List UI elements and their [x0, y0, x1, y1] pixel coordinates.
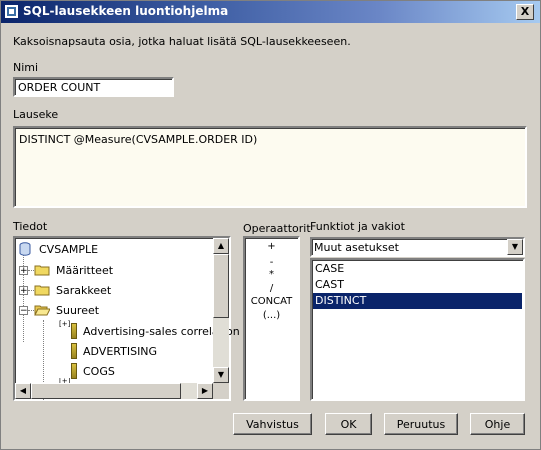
- operator-plus[interactable]: +: [245, 241, 298, 252]
- tree-item-label: Suureet: [56, 303, 100, 317]
- name-field-value: ORDER COUNT: [18, 81, 101, 94]
- scroll-down-arrow-icon[interactable]: ▼: [213, 367, 229, 383]
- operators-label: Operaattorit: [243, 222, 311, 235]
- tree-item-label: COGS: [83, 364, 115, 378]
- dropdown-arrow-icon[interactable]: ▼: [507, 239, 523, 255]
- instruction-text: Kaksoisnapsauta osia, jotka haluat lisät…: [13, 35, 351, 48]
- expression-label: Lauseke: [13, 108, 59, 121]
- ok-button[interactable]: OK: [325, 413, 372, 435]
- function-item[interactable]: CAST: [313, 277, 522, 293]
- scroll-left-arrow-icon[interactable]: ◀: [15, 383, 31, 399]
- scroll-up-arrow-icon[interactable]: ▲: [213, 238, 229, 254]
- tree-item-measures[interactable]: − Suureet: [19, 301, 99, 319]
- tree-root[interactable]: CVSAMPLE: [19, 240, 98, 258]
- title-bar: SQL-lausekkeen luontiohjelma X: [1, 1, 540, 23]
- open-folder-icon: [34, 305, 50, 316]
- tree-item-label: Määritteet: [56, 263, 114, 277]
- cancel-button[interactable]: Peruutus: [384, 413, 458, 435]
- operator-parentheses[interactable]: (...): [245, 310, 298, 321]
- vertical-scrollbar[interactable]: ▲ ▼: [213, 238, 229, 383]
- tree-connector: [28, 289, 34, 291]
- scroll-corner: [213, 383, 229, 399]
- measure-expander[interactable]: [+]: [59, 320, 70, 328]
- expand-icon[interactable]: +: [19, 265, 28, 275]
- tree-item-measure[interactable]: COGS: [71, 362, 115, 380]
- data-label: Tiedot: [13, 220, 48, 233]
- window-title: SQL-lausekkeen luontiohjelma: [23, 4, 229, 18]
- folder-icon: [34, 265, 50, 276]
- validate-button[interactable]: Vahvistus: [233, 413, 312, 435]
- functions-category-value: Muut asetukset: [314, 241, 399, 254]
- horizontal-scrollbar[interactable]: ◀ ▶: [15, 383, 213, 399]
- measure-icon: [71, 323, 77, 339]
- tree-item-label: ADVERTISING: [83, 344, 158, 358]
- tree-item-measure[interactable]: ADVERTISING: [71, 342, 157, 360]
- close-button[interactable]: X: [516, 4, 534, 20]
- measure-icon: [71, 363, 77, 379]
- sql-expression-builder-dialog: SQL-lausekkeen luontiohjelma X Kaksoisna…: [0, 0, 541, 450]
- scroll-right-arrow-icon[interactable]: ▶: [197, 383, 213, 399]
- functions-list[interactable]: CASE CAST DISTINCT: [310, 258, 525, 401]
- tree-connector: [28, 309, 34, 311]
- scroll-thumb[interactable]: [213, 254, 229, 318]
- name-field[interactable]: ORDER COUNT: [13, 77, 174, 97]
- expression-value: DISTINCT @Measure(CVSAMPLE.ORDER ID): [19, 133, 258, 146]
- tree-item-label: Sarakkeet: [56, 283, 112, 297]
- tree-root-label: CVSAMPLE: [39, 242, 99, 256]
- operator-divide[interactable]: /: [245, 283, 298, 294]
- tree-item-columns[interactable]: + Sarakkeet: [19, 281, 111, 299]
- operator-minus[interactable]: -: [245, 257, 298, 268]
- database-icon: [19, 242, 31, 256]
- operators-list[interactable]: + - * / CONCAT (...): [243, 236, 300, 401]
- tree-item-attributes[interactable]: + Määritteet: [19, 261, 113, 279]
- collapse-icon[interactable]: −: [19, 305, 28, 315]
- app-icon: [5, 5, 18, 18]
- functions-category-select[interactable]: Muut asetukset ▼: [310, 237, 525, 257]
- help-button[interactable]: Ohje: [470, 413, 525, 435]
- function-item-selected[interactable]: DISTINCT: [313, 293, 522, 309]
- name-label: Nimi: [13, 61, 39, 74]
- horizontal-scroll-thumb[interactable]: [31, 383, 181, 399]
- folder-icon: [34, 285, 50, 296]
- data-tree[interactable]: CVSAMPLE + Määritteet + Sarakkeet − Suur…: [13, 236, 240, 401]
- function-item[interactable]: CASE: [313, 261, 522, 277]
- expression-editor[interactable]: DISTINCT @Measure(CVSAMPLE.ORDER ID): [13, 126, 527, 208]
- functions-label: Funktiot ja vakiot: [310, 220, 405, 233]
- measure-icon: [71, 343, 77, 359]
- operator-multiply[interactable]: *: [245, 269, 298, 280]
- operator-concat[interactable]: CONCAT: [245, 296, 298, 307]
- expand-icon[interactable]: +: [19, 285, 28, 295]
- tree-connector: [28, 269, 34, 271]
